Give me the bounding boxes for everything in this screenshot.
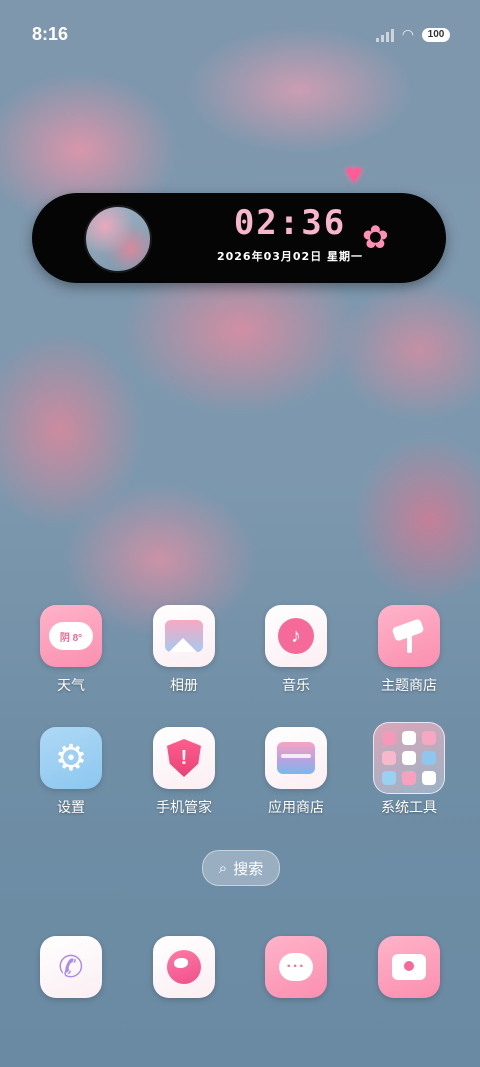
app-label-gallery: 相册 (170, 677, 198, 693)
app-weather[interactable]: 阴 8° 天气 (26, 605, 116, 695)
status-bar: 8:16 ◠ 100 (0, 0, 480, 70)
paint-roller-icon (378, 605, 440, 667)
flower-icon: ✿ (362, 219, 389, 255)
clock-time: 02:36 (233, 203, 347, 243)
app-label-settings: 设置 (57, 799, 85, 815)
battery-icon: 100 (422, 27, 450, 42)
app-folder-system-tools[interactable]: 系统工具 (364, 722, 454, 817)
shield-icon: ! (153, 727, 215, 789)
status-icons: ◠ 100 (375, 26, 450, 43)
search-label: 搜索 (233, 860, 264, 878)
app-phone-manager[interactable]: ! 手机管家 (139, 727, 229, 817)
dock-browser-icon[interactable] (153, 936, 215, 998)
heart-icon: ♥ (345, 158, 363, 191)
app-label-weather: 天气 (57, 677, 85, 693)
wifi-icon: ◠ (401, 26, 414, 42)
app-label-theme-store: 主题商店 (381, 677, 437, 693)
dock-phone-icon[interactable]: ✆ (40, 936, 102, 998)
app-label-app-store: 应用商店 (268, 799, 324, 815)
app-label-phone-manager: 手机管家 (156, 799, 212, 815)
app-label-music: 音乐 (282, 677, 310, 693)
app-settings[interactable]: ⚙ 设置 (26, 727, 116, 817)
clock-widget[interactable]: 02:36 2026年03月02日 星期一 ✿ (32, 193, 446, 283)
app-label-system-tools: 系统工具 (381, 799, 437, 815)
dock-messages-icon[interactable]: ··· (265, 936, 327, 998)
signal-icon (375, 28, 394, 42)
app-theme-store[interactable]: 主题商店 (364, 605, 454, 695)
search-icon: ⌕ (218, 859, 228, 877)
status-time: 8:16 (32, 24, 69, 44)
folder-icon (373, 722, 445, 794)
gear-icon: ⚙ (40, 727, 102, 789)
app-gallery[interactable]: 相册 (139, 605, 229, 695)
weather-icon: 阴 8° (40, 605, 102, 667)
wallpaper (0, 0, 480, 1067)
search-button[interactable]: ⌕ 搜索 (202, 850, 280, 886)
dock-camera-icon[interactable] (378, 936, 440, 998)
store-icon (265, 727, 327, 789)
gallery-icon (153, 605, 215, 667)
app-app-store[interactable]: 应用商店 (251, 727, 341, 817)
widget-avatar (84, 205, 152, 273)
app-music[interactable]: ♪ 音乐 (251, 605, 341, 695)
music-icon: ♪ (265, 605, 327, 667)
weather-badge: 阴 8° (49, 622, 93, 650)
